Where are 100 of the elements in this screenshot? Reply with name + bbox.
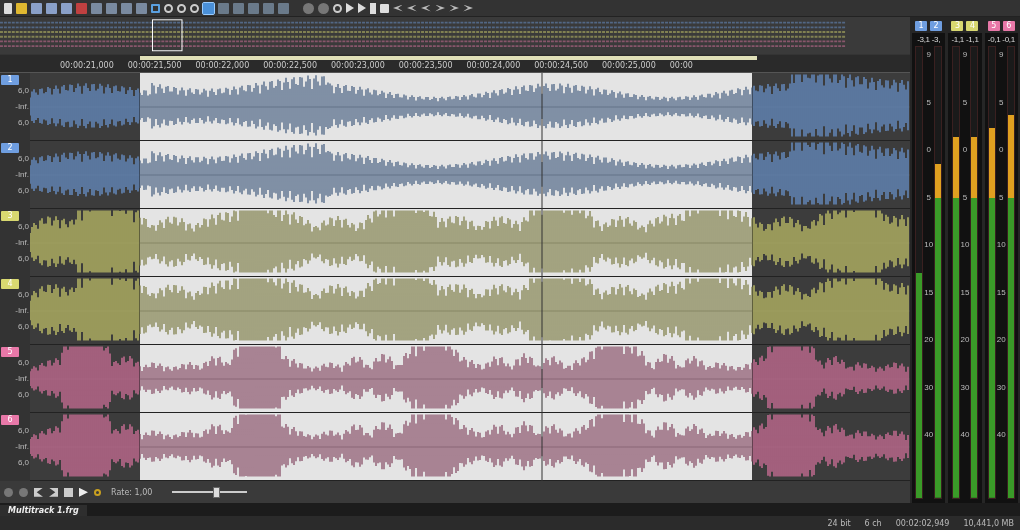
waveform[interactable] — [30, 413, 910, 482]
ruler-label: 00:00:23,000 — [331, 60, 385, 70]
scale-label: 6,0 — [17, 358, 29, 368]
rate-label: Rate: 1,00 — [111, 487, 153, 497]
save-icon[interactable] — [61, 2, 72, 14]
scale-label: 6,0 — [17, 458, 29, 468]
scale-label: 6,0 — [17, 390, 29, 400]
status-field: 24 bit — [827, 518, 851, 528]
scale-label: -Inf. — [15, 170, 29, 180]
scale-label: -Inf. — [15, 442, 29, 452]
channel-badge[interactable]: 1 — [915, 21, 928, 31]
stop-icon[interactable] — [380, 3, 389, 13]
channel-badge[interactable]: 5 — [1, 347, 19, 358]
meter-scale-label: 9 — [926, 50, 931, 59]
meter-scale-label: 40 — [996, 430, 1006, 439]
meter-scale-label: 10 — [996, 240, 1006, 249]
ruler-label: 00:00:21,500 — [127, 60, 182, 70]
ruler-label: 00:00:22,000 — [195, 60, 250, 70]
stop-icon[interactable] — [64, 487, 73, 497]
meter-scale-label: 5 — [962, 192, 968, 202]
waveform[interactable] — [30, 73, 910, 142]
meter-scale-label: 30 — [924, 382, 934, 392]
ruler-label: 00:00:24,500 — [534, 60, 588, 70]
channel-badge[interactable]: 6 — [1, 415, 19, 426]
slider-thumb[interactable] — [213, 486, 221, 498]
scale-label: -Inf. — [15, 306, 29, 316]
channel-badge[interactable]: 4 — [1, 279, 19, 290]
crop-icon[interactable] — [151, 3, 160, 13]
save-icon[interactable] — [31, 2, 42, 14]
scale-label: 6,0 — [17, 222, 29, 232]
channel-badge[interactable]: 2 — [1, 143, 19, 154]
copy-icon[interactable] — [106, 2, 117, 14]
copy-icon[interactable] — [136, 2, 147, 14]
ruler-label: 00:00 — [669, 60, 693, 70]
scale-label: -Inf. — [15, 238, 29, 248]
ruler-label: 00:00:23,500 — [398, 60, 453, 70]
meter-scale-label: 20 — [924, 335, 934, 344]
meter-scale-label: 15 — [996, 287, 1006, 297]
save-icon[interactable] — [46, 2, 57, 14]
meter-scale-label: 15 — [924, 287, 934, 297]
meter-scale-label: 10 — [960, 240, 970, 249]
meter-scale-label: 40 — [960, 430, 970, 439]
scale-label: 6,0 — [17, 86, 29, 96]
meter-scale-label: 5 — [999, 97, 1004, 107]
peak-reading: -0,1 -0,1 — [987, 35, 1015, 44]
meter-scale-label: 40 — [924, 430, 934, 439]
selection-bar[interactable] — [140, 55, 757, 60]
waveform[interactable] — [30, 209, 910, 278]
meter-scale-label: 20 — [960, 335, 970, 344]
pause-icon[interactable] — [370, 2, 376, 14]
waveform[interactable] — [30, 277, 910, 346]
scale-label: 6,0 — [17, 426, 29, 436]
status-field: 00:02:02,949 — [895, 518, 950, 528]
cut-icon[interactable] — [76, 2, 87, 14]
meter-scale-label: 5 — [926, 192, 931, 202]
status-field: 6 ch — [864, 518, 882, 528]
meter-scale-label: 30 — [996, 382, 1006, 392]
ruler-label: 00:00:21,000 — [60, 60, 114, 70]
meter-scale-label: 20 — [996, 335, 1006, 344]
waveform[interactable] — [30, 141, 910, 210]
status-field: 10,441,0 MB — [963, 518, 1014, 528]
ruler-label: 00:00:25,000 — [602, 60, 656, 70]
channel-badge[interactable]: 1 — [1, 75, 19, 86]
copy-icon[interactable] — [91, 2, 102, 14]
meter-scale-label: 9 — [962, 50, 968, 59]
channel-badge[interactable]: 5 — [987, 21, 1000, 31]
meter-scale-label: 5 — [926, 97, 931, 107]
meter-scale-label: 30 — [960, 382, 970, 392]
meter-scale-label: 0 — [926, 145, 931, 154]
file-icon[interactable] — [4, 2, 12, 14]
channel-badge[interactable]: 3 — [951, 21, 964, 31]
meter-scale-label: 15 — [960, 287, 970, 297]
scale-label: 6,0 — [17, 118, 29, 128]
channel-badge[interactable]: 6 — [1002, 21, 1015, 31]
channel-badge[interactable]: 2 — [930, 21, 943, 31]
peak-reading: -3,1 -3, — [917, 35, 941, 44]
channel-badge[interactable]: 4 — [966, 21, 979, 31]
channel-badge[interactable]: 3 — [1, 211, 19, 222]
scale-label: -Inf. — [15, 374, 29, 384]
scale-label: 6,0 — [17, 154, 29, 164]
peak-reading: -1,1 -1,1 — [951, 35, 979, 44]
meter-scale-label: 9 — [999, 50, 1004, 59]
waveform[interactable] — [30, 345, 910, 414]
meter-scale-label: 10 — [924, 240, 934, 249]
ruler-label: 00:00:22,500 — [263, 60, 317, 70]
copy-icon[interactable] — [121, 2, 132, 14]
document-tab[interactable]: Multitrack 1.frg — [0, 505, 87, 516]
ruler-label: 00:00:24,000 — [466, 60, 521, 70]
play-icon[interactable] — [79, 487, 88, 497]
record-icon[interactable] — [303, 2, 314, 14]
meter-scale-label: 0 — [999, 145, 1004, 154]
meter-scale-label: 5 — [962, 97, 968, 107]
scale-label: 6,0 — [17, 254, 29, 264]
meter-scale-label: 5 — [999, 192, 1004, 202]
folder-icon[interactable] — [16, 2, 27, 14]
scale-label: -Inf. — [15, 102, 29, 112]
scale-label: 6,0 — [17, 186, 29, 196]
scale-label: 6,0 — [17, 290, 29, 300]
meter-scale-label: 0 — [962, 145, 968, 154]
scale-label: 6,0 — [17, 322, 29, 332]
